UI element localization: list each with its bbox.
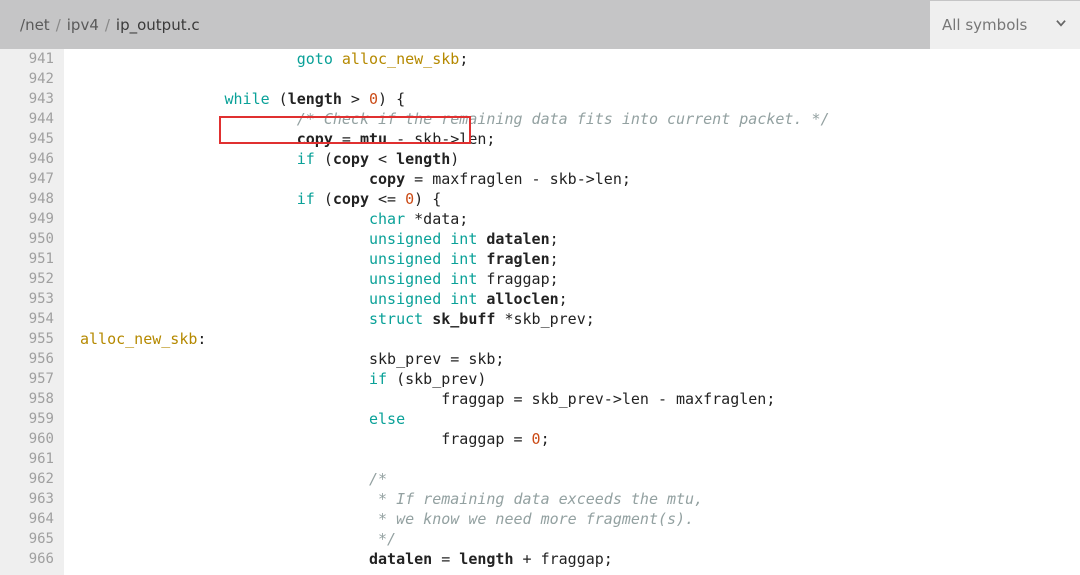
- line-number[interactable]: 958: [0, 389, 54, 409]
- line-number[interactable]: 950: [0, 229, 54, 249]
- line-number[interactable]: 951: [0, 249, 54, 269]
- line-number[interactable]: 954: [0, 309, 54, 329]
- code-line[interactable]: fraggap = 0;: [80, 429, 830, 449]
- source-code[interactable]: goto alloc_new_skb; while (length > 0) {…: [64, 49, 830, 575]
- symbols-dropdown-label: All symbols: [942, 16, 1027, 34]
- code-line[interactable]: struct sk_buff *skb_prev;: [80, 309, 830, 329]
- code-line[interactable]: copy = mtu - skb->len;: [80, 129, 830, 149]
- line-number[interactable]: 943: [0, 89, 54, 109]
- breadcrumb: / net / ipv4 / ip_output.c: [0, 16, 200, 34]
- code-line[interactable]: */: [80, 529, 830, 549]
- code-line[interactable]: alloc_new_skb:: [80, 329, 830, 349]
- code-line[interactable]: datalen = length + fraggap;: [80, 549, 830, 569]
- line-number[interactable]: 962: [0, 469, 54, 489]
- line-number[interactable]: 945: [0, 129, 54, 149]
- line-number[interactable]: 955: [0, 329, 54, 349]
- line-number[interactable]: 966: [0, 549, 54, 569]
- code-line[interactable]: if (skb_prev): [80, 369, 830, 389]
- line-number[interactable]: 942: [0, 69, 54, 89]
- code-line[interactable]: unsigned int alloclen;: [80, 289, 830, 309]
- code-line[interactable]: [80, 69, 830, 89]
- line-number[interactable]: 963: [0, 489, 54, 509]
- line-number[interactable]: 949: [0, 209, 54, 229]
- code-line[interactable]: goto alloc_new_skb;: [80, 49, 830, 69]
- code-line[interactable]: /*: [80, 469, 830, 489]
- line-number[interactable]: 944: [0, 109, 54, 129]
- line-number[interactable]: 961: [0, 449, 54, 469]
- code-line[interactable]: skb_prev = skb;: [80, 349, 830, 369]
- line-number[interactable]: 952: [0, 269, 54, 289]
- code-line[interactable]: unsigned int fraglen;: [80, 249, 830, 269]
- line-number[interactable]: 964: [0, 509, 54, 529]
- code-area: 9419429439449459469479489499509519529539…: [0, 49, 1080, 575]
- line-number[interactable]: 960: [0, 429, 54, 449]
- line-number[interactable]: 947: [0, 169, 54, 189]
- code-line[interactable]: while (length > 0) {: [80, 89, 830, 109]
- code-line[interactable]: * If remaining data exceeds the mtu,: [80, 489, 830, 509]
- code-line[interactable]: copy = maxfraglen - skb->len;: [80, 169, 830, 189]
- code-line[interactable]: if (copy <= 0) {: [80, 189, 830, 209]
- breadcrumb-seg-net[interactable]: net: [25, 16, 50, 34]
- breadcrumb-sep: /: [105, 16, 110, 34]
- code-line[interactable]: [80, 449, 830, 469]
- code-line[interactable]: if (copy < length): [80, 149, 830, 169]
- line-number[interactable]: 957: [0, 369, 54, 389]
- code-line[interactable]: char *data;: [80, 209, 830, 229]
- line-number[interactable]: 965: [0, 529, 54, 549]
- breadcrumb-sep: /: [56, 16, 61, 34]
- line-number[interactable]: 953: [0, 289, 54, 309]
- breadcrumb-seg-file[interactable]: ip_output.c: [116, 16, 200, 34]
- line-number[interactable]: 956: [0, 349, 54, 369]
- top-bar: / net / ipv4 / ip_output.c All symbols: [0, 0, 1080, 49]
- code-line[interactable]: else: [80, 409, 830, 429]
- line-number[interactable]: 941: [0, 49, 54, 69]
- code-line[interactable]: fraggap = skb_prev->len - maxfraglen;: [80, 389, 830, 409]
- line-number[interactable]: 959: [0, 409, 54, 429]
- code-line[interactable]: unsigned int fraggap;: [80, 269, 830, 289]
- line-number[interactable]: 946: [0, 149, 54, 169]
- code-line[interactable]: * we know we need more fragment(s).: [80, 509, 830, 529]
- symbols-dropdown[interactable]: All symbols: [930, 1, 1080, 49]
- chevron-down-icon: [1054, 16, 1068, 34]
- breadcrumb-seg-ipv4[interactable]: ipv4: [67, 16, 99, 34]
- line-number[interactable]: 948: [0, 189, 54, 209]
- code-line[interactable]: /* Check if the remaining data fits into…: [80, 109, 830, 129]
- code-line[interactable]: unsigned int datalen;: [80, 229, 830, 249]
- line-number-gutter: 9419429439449459469479489499509519529539…: [0, 49, 64, 575]
